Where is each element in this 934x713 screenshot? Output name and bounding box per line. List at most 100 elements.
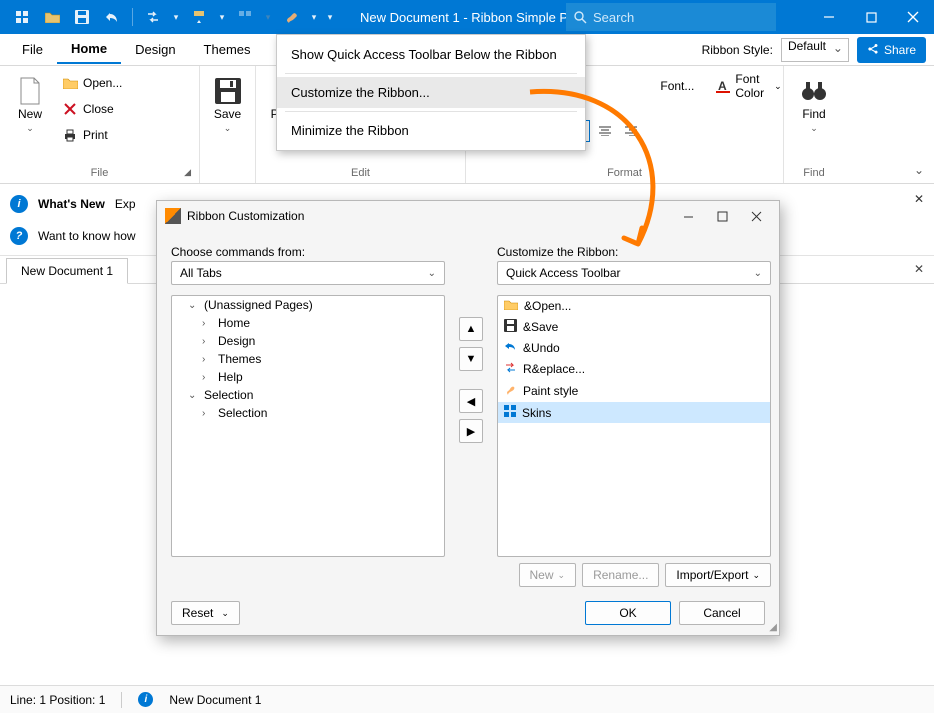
- search-placeholder: Search: [593, 10, 634, 25]
- ribbon-customization-dialog: Ribbon Customization Choose commands fro…: [156, 200, 780, 636]
- tree-label: (Unassigned Pages): [204, 298, 313, 312]
- tree-label: Help: [218, 370, 243, 384]
- close-tab-icon[interactable]: ✕: [914, 262, 924, 276]
- menu-show-qat-below[interactable]: Show Quick Access Toolbar Below the Ribb…: [277, 39, 585, 70]
- whats-new-want: Want to know how: [38, 229, 136, 243]
- maximize-button[interactable]: [850, 0, 892, 34]
- ribbon-style-select[interactable]: Default: [781, 38, 849, 62]
- qat-undo-icon[interactable]: [98, 3, 126, 31]
- list-item[interactable]: &Save: [498, 316, 770, 338]
- list-item[interactable]: R&eplace...: [498, 358, 770, 380]
- qat-save-icon[interactable]: [68, 3, 96, 31]
- share-button[interactable]: Share: [857, 37, 926, 63]
- menu-minimize-ribbon[interactable]: Minimize the Ribbon: [277, 115, 585, 146]
- print-label: Print: [83, 128, 108, 142]
- chevron-down-icon[interactable]: ▾: [169, 3, 183, 31]
- list-item-label: R&eplace...: [523, 362, 585, 376]
- move-down-button[interactable]: ▼: [459, 347, 483, 371]
- align-right-button[interactable]: [620, 120, 642, 142]
- import-btn-label: Import/Export: [676, 568, 748, 582]
- save-icon: [504, 319, 517, 335]
- close-icon[interactable]: ✕: [914, 192, 924, 206]
- rename-button[interactable]: Rename...: [582, 563, 659, 587]
- qat-list[interactable]: &Open... &Save &Undo R&eplace... Paint s…: [497, 295, 771, 557]
- new-button[interactable]: New ⌄: [8, 72, 52, 138]
- close-x-icon: [62, 103, 78, 115]
- maximize-button[interactable]: [707, 205, 737, 227]
- undo-icon: [504, 341, 517, 355]
- close-doc-button[interactable]: Close: [58, 98, 126, 120]
- tree-item[interactable]: ⌄Selection: [186, 386, 444, 404]
- import-export-button[interactable]: Import/Export⌄: [665, 563, 771, 587]
- tab-file[interactable]: File: [8, 36, 57, 63]
- menu-customize-ribbon[interactable]: Customize the Ribbon...: [277, 77, 585, 108]
- tree-item[interactable]: ›Themes: [200, 350, 444, 368]
- minimize-button[interactable]: [808, 0, 850, 34]
- find-label: Find: [802, 108, 825, 121]
- search-icon: [574, 11, 587, 24]
- status-bar: Line: 1 Position: 1 i New Document 1: [0, 685, 934, 713]
- ok-button[interactable]: OK: [585, 601, 671, 625]
- qat-replace-icon[interactable]: [139, 3, 167, 31]
- qat-skins-icon[interactable]: [8, 3, 36, 31]
- window-buttons: [808, 0, 934, 34]
- list-item[interactable]: Skins: [498, 402, 770, 423]
- commands-tree[interactable]: ⌄(Unassigned Pages) ›Home ›Design ›Theme…: [171, 295, 445, 557]
- share-icon: [867, 44, 879, 56]
- new-command-button[interactable]: New⌄: [519, 563, 577, 587]
- align-center-button[interactable]: [594, 120, 616, 142]
- qat-customize-icon[interactable]: ▾: [323, 3, 337, 31]
- tree-item[interactable]: ›Help: [200, 368, 444, 386]
- chevron-down-icon[interactable]: ▾: [215, 3, 229, 31]
- reset-label: Reset: [182, 606, 213, 620]
- qat-open-icon[interactable]: [38, 3, 66, 31]
- cancel-button[interactable]: Cancel: [679, 601, 765, 625]
- move-up-button[interactable]: ▲: [459, 317, 483, 341]
- tree-item[interactable]: ⌄(Unassigned Pages): [186, 296, 444, 314]
- rename-btn-label: Rename...: [593, 568, 648, 582]
- group-file-label: File: [91, 167, 109, 179]
- list-item-label: &Save: [523, 320, 558, 334]
- quick-access-toolbar: ▾ ▾ ▾ ▾ ▾: [0, 3, 337, 31]
- add-button[interactable]: ▶: [459, 419, 483, 443]
- save-button[interactable]: Save ⌄: [208, 72, 247, 138]
- separator: [132, 8, 133, 26]
- remove-button[interactable]: ◀: [459, 389, 483, 413]
- font-button[interactable]: Font...: [656, 72, 698, 94]
- search-box[interactable]: Search: [566, 3, 776, 31]
- qat-paint-icon[interactable]: [185, 3, 213, 31]
- list-item[interactable]: &Undo: [498, 338, 770, 358]
- group-find-label: Find: [803, 167, 824, 179]
- tab-home[interactable]: Home: [57, 35, 121, 64]
- find-button[interactable]: Find ⌄: [792, 72, 836, 138]
- list-item[interactable]: Paint style: [498, 380, 770, 402]
- list-item[interactable]: &Open...: [498, 296, 770, 316]
- close-button[interactable]: [892, 0, 934, 34]
- chevron-down-icon: ⌄: [26, 123, 34, 134]
- dialog-launcher-icon[interactable]: ◢: [184, 167, 191, 178]
- choose-commands-combo[interactable]: All Tabs⌄: [171, 261, 445, 285]
- minimize-button[interactable]: [673, 205, 703, 227]
- tree-item[interactable]: ›Design: [200, 332, 444, 350]
- open-button[interactable]: Open...: [58, 72, 126, 94]
- font-color-button[interactable]: AFont Color⌄: [712, 72, 785, 94]
- collapse-ribbon-icon[interactable]: ⌄: [914, 163, 924, 177]
- resize-grip-icon[interactable]: ◢: [769, 622, 777, 633]
- close-button[interactable]: [741, 205, 771, 227]
- title-bar: ▾ ▾ ▾ ▾ ▾ New Document 1 - Ribbon Simple…: [0, 0, 934, 34]
- customize-ribbon-combo[interactable]: Quick Access Toolbar⌄: [497, 261, 771, 285]
- qat-paint2-icon[interactable]: [277, 3, 305, 31]
- separator: [285, 111, 577, 112]
- print-button[interactable]: Print: [58, 124, 126, 146]
- tree-label: Selection: [204, 388, 253, 402]
- skins-icon: [504, 405, 516, 420]
- tab-design[interactable]: Design: [121, 36, 189, 63]
- document-tab[interactable]: New Document 1: [6, 258, 128, 284]
- reset-button[interactable]: Reset⌄: [171, 601, 240, 625]
- tree-item[interactable]: ›Selection: [200, 404, 444, 422]
- tree-item[interactable]: ›Home: [200, 314, 444, 332]
- tree-label: Home: [218, 316, 250, 330]
- tab-themes[interactable]: Themes: [190, 36, 265, 63]
- document-tab-label: New Document 1: [21, 264, 113, 278]
- chevron-down-icon[interactable]: ▾: [307, 3, 321, 31]
